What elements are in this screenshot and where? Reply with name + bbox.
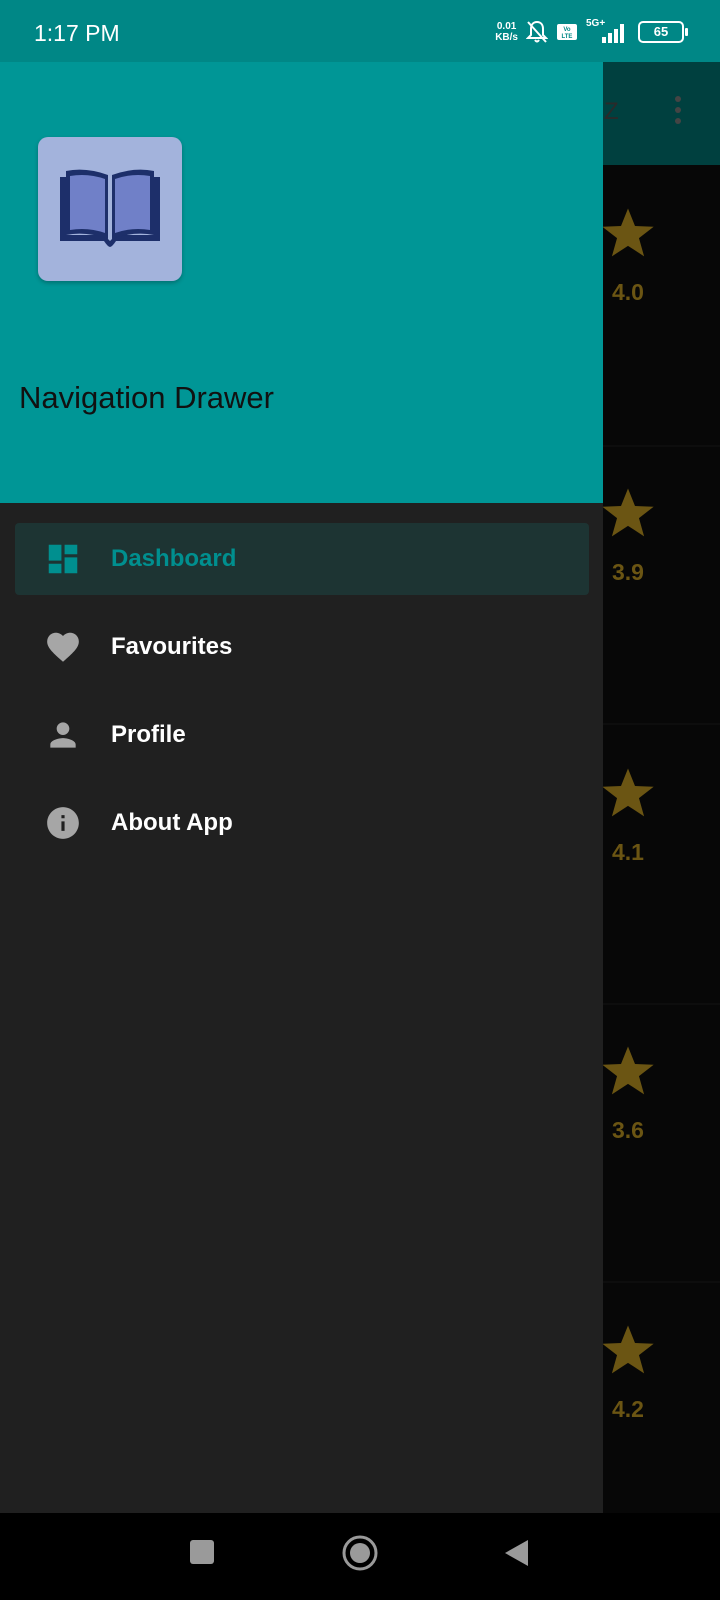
star-icon	[602, 1046, 654, 1095]
volte-icon: Vo LTE	[557, 24, 577, 40]
net-speed: 0.01 KB/s	[495, 21, 518, 43]
menu-item-label: Favourites	[111, 633, 233, 660]
signal-icon: 5G+	[586, 18, 630, 44]
divider	[600, 723, 720, 725]
svg-text:LTE: LTE	[562, 34, 573, 40]
book-icon	[60, 169, 160, 247]
back-button[interactable]	[502, 1538, 530, 1568]
status-icons: 0.01 KB/s Vo LTE 5G+ 65	[495, 18, 688, 44]
drawer-menu: Dashboard Favourites Profile About App	[0, 523, 603, 875]
info-icon	[47, 807, 79, 839]
dashboard-icon	[48, 544, 78, 574]
drawer-title: Navigation Drawer	[19, 380, 274, 415]
svg-text:Vo: Vo	[563, 27, 571, 33]
menu-item-label: Dashboard	[111, 545, 237, 572]
heart-icon	[47, 632, 79, 662]
rating-value: 3.9	[612, 559, 644, 585]
status-bar: 1:17 PM 0.01 KB/s Vo LTE 5G+ 65	[0, 0, 720, 62]
person-icon	[50, 722, 76, 748]
drawer-header: Navigation Drawer	[0, 62, 603, 503]
divider	[600, 1281, 720, 1283]
menu-item-label: Profile	[111, 721, 186, 748]
rating-value: 3.6	[612, 1117, 644, 1143]
home-button[interactable]	[341, 1534, 379, 1572]
rating-value: 4.1	[612, 839, 644, 865]
rating-card: 4.0	[600, 185, 720, 461]
battery-icon: 65	[638, 21, 688, 43]
menu-item-favourites[interactable]: Favourites	[0, 611, 603, 699]
rating-card: 4.1	[600, 745, 720, 1021]
rating-value: 4.2	[612, 1396, 644, 1422]
rating-card: 3.9	[600, 465, 720, 741]
overflow-menu-icon	[674, 96, 682, 132]
status-time: 1:17 PM	[34, 20, 120, 46]
menu-item-profile[interactable]: Profile	[0, 699, 603, 787]
star-icon	[602, 488, 654, 537]
navigation-drawer: Navigation Drawer Dashboard Favourites P…	[0, 62, 603, 1513]
divider	[600, 1003, 720, 1005]
star-icon	[602, 208, 654, 257]
system-nav-bar	[0, 1513, 720, 1600]
menu-item-label: About App	[111, 809, 233, 836]
app-logo	[38, 137, 182, 281]
star-icon	[602, 768, 654, 817]
active-highlight	[15, 523, 589, 595]
divider	[600, 445, 720, 447]
menu-item-dashboard[interactable]: Dashboard	[0, 523, 603, 611]
bell-muted-icon	[526, 20, 548, 43]
background-toolbar-title: Z	[604, 98, 619, 125]
menu-item-about[interactable]: About App	[0, 787, 603, 875]
rating-value: 4.0	[612, 279, 644, 305]
rating-card: 3.6	[600, 1023, 720, 1299]
star-icon	[602, 1325, 654, 1374]
recents-button[interactable]	[188, 1538, 216, 1566]
